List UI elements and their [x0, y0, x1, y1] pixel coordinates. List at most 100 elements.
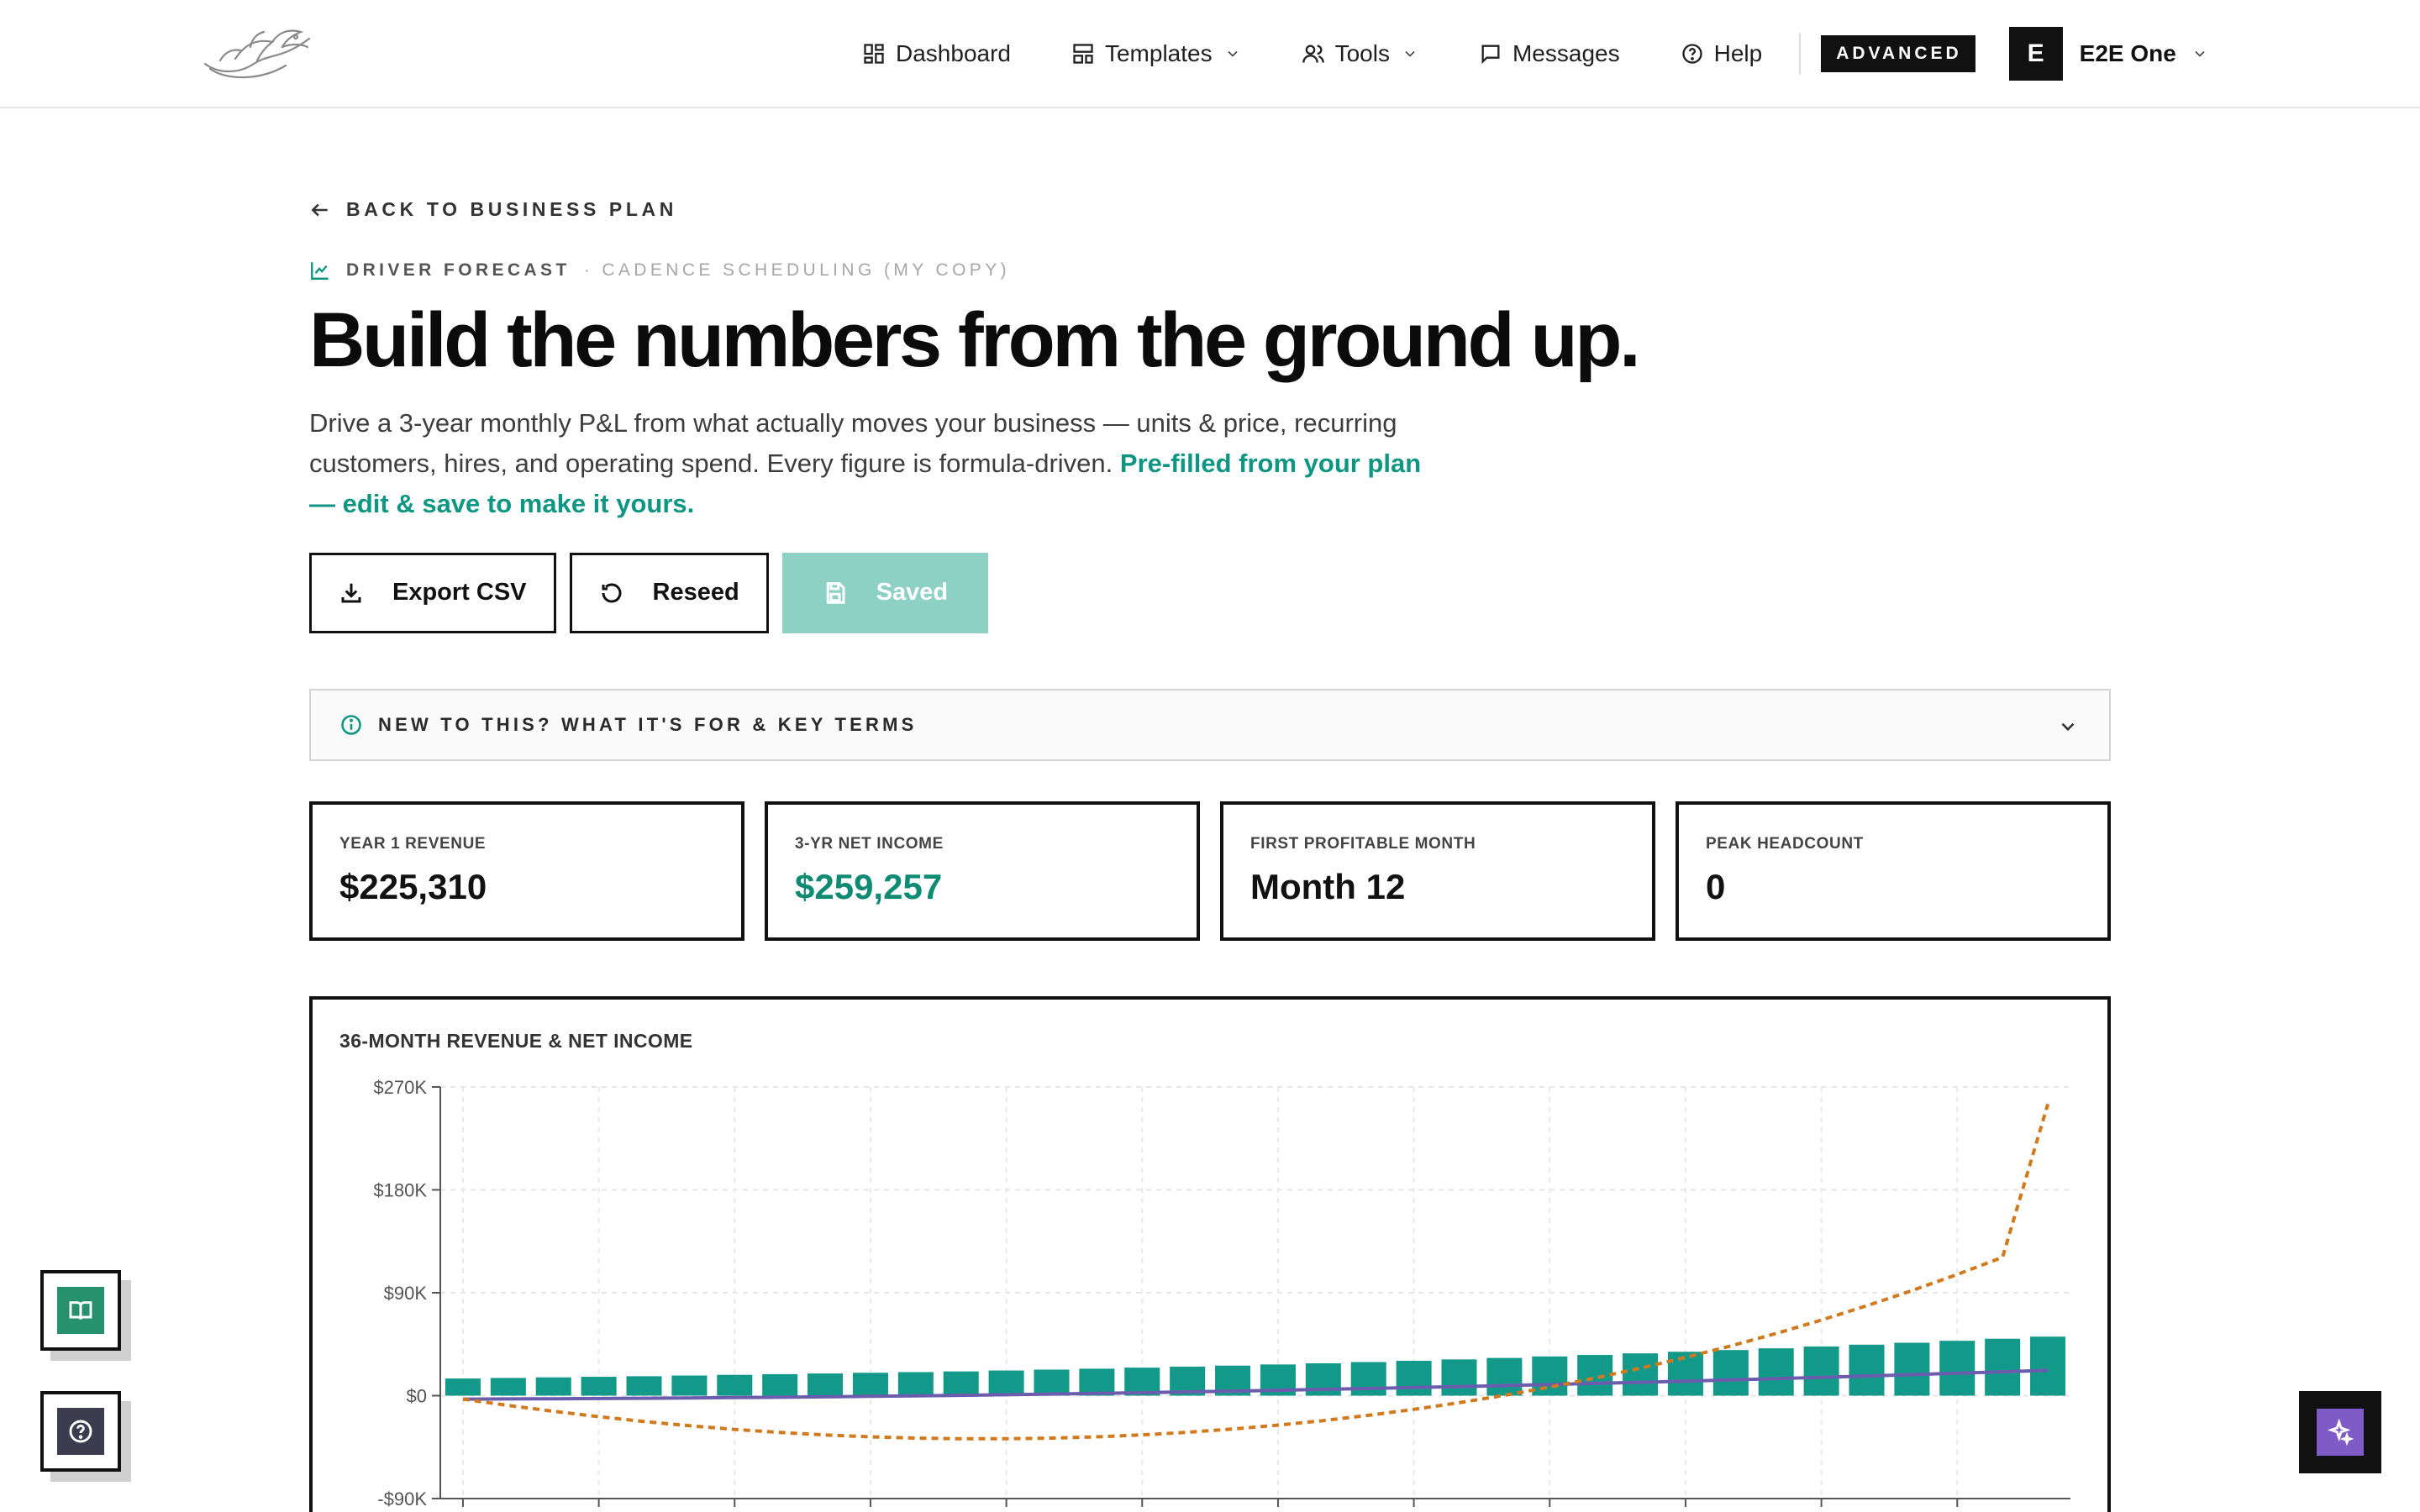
revenue-bar [943, 1371, 979, 1396]
export-csv-label: Export CSV [392, 579, 527, 606]
book-open-icon [69, 1301, 92, 1320]
page-title: Build the numbers from the ground up. [309, 297, 1641, 383]
guide-tile [57, 1287, 104, 1334]
templates-icon [1073, 44, 1093, 64]
revenue-bar [1758, 1347, 1794, 1396]
kpi-label: Peak Headcount [1706, 834, 1864, 853]
revenue-bar [1985, 1338, 2021, 1396]
revenue-bar [1532, 1356, 1568, 1396]
revenue-bar [808, 1373, 844, 1396]
avatar: E [2008, 27, 2063, 81]
chevron-down-icon [2061, 722, 2075, 731]
kpi-label: Year 1 Revenue [339, 834, 487, 853]
guide-floating-button[interactable] [40, 1270, 121, 1351]
help-circle-icon [69, 1420, 92, 1443]
advanced-mode-badge[interactable]: ADVANCED [1821, 35, 1975, 72]
revenue-bar [1034, 1369, 1070, 1396]
download-icon [341, 583, 361, 603]
kpi-3yr-net-income: 3-yr Net Income $259,257 [765, 801, 1200, 941]
save-icon [826, 581, 845, 604]
revenue-bar [581, 1376, 617, 1396]
reseed-label: Reseed [652, 579, 739, 606]
revenue-bar [1712, 1349, 1749, 1396]
saved-button[interactable]: Saved [781, 552, 989, 633]
help-floating-button[interactable] [40, 1391, 121, 1472]
key-terms-label: NEW TO THIS? WHAT IT'S FOR & KEY TERMS [378, 713, 918, 735]
nav-menu: Dashboard Templates Tools Messages Help … [862, 0, 2208, 108]
revenue-bar [671, 1375, 708, 1396]
kpi-year1-revenue: Year 1 Revenue $225,310 [309, 801, 744, 941]
reseed-button[interactable]: Reseed [569, 552, 769, 633]
messages-icon [1481, 45, 1500, 65]
revenue-bar [852, 1372, 888, 1396]
y-tick-label: $0 [407, 1385, 427, 1406]
revenue-bar [1894, 1342, 1930, 1396]
revenue-bar [897, 1372, 934, 1396]
revenue-bar [1623, 1352, 1659, 1396]
kpi-first-profitable-month: First Profitable Month Month 12 [1220, 801, 1655, 941]
y-tick-label: $180K [373, 1179, 427, 1200]
refresh-icon [602, 583, 622, 603]
y-tick-label: $90K [384, 1283, 428, 1304]
chevron-down-icon [1405, 50, 1415, 57]
nav-dashboard[interactable]: Dashboard [862, 40, 1011, 67]
nav-help-label: Help [1713, 40, 1763, 66]
revenue-bar [445, 1378, 481, 1396]
revenue-bar [490, 1377, 526, 1396]
page-description: Drive a 3-year monthly P&L from what act… [309, 403, 1452, 524]
y-tick-label: -$90K [377, 1488, 427, 1509]
nav-templates[interactable]: Templates [1071, 40, 1241, 67]
top-nav: Dashboard Templates Tools Messages Help … [0, 0, 2420, 108]
nav-divider [1799, 33, 1802, 75]
nav-messages-label: Messages [1512, 40, 1620, 66]
revenue-bar [1939, 1340, 1975, 1396]
nav-messages[interactable]: Messages [1479, 40, 1620, 67]
tools-icon [1302, 45, 1324, 63]
ai-assistant-button[interactable] [2299, 1391, 2381, 1473]
main-content: BACK TO BUSINESS PLAN DRIVER FORECAST · … [309, 198, 2111, 1512]
kpi-peak-headcount: Peak Headcount 0 [1676, 801, 2111, 941]
revenue-bar [1667, 1351, 1703, 1396]
revenue-bar [1803, 1346, 1839, 1396]
brand-logo-icon[interactable] [202, 22, 313, 84]
revenue-bar [535, 1377, 571, 1396]
revenue-bar [1486, 1357, 1523, 1396]
back-link-label: BACK TO BUSINESS PLAN [346, 198, 677, 220]
revenue-bar [2030, 1336, 2066, 1396]
key-terms-accordion[interactable]: NEW TO THIS? WHAT IT'S FOR & KEY TERMS [309, 688, 2111, 761]
back-to-business-plan-link[interactable]: BACK TO BUSINESS PLAN [309, 198, 2111, 221]
eyebrow-plan-name: · CADENCE SCHEDULING (MY COPY) [583, 260, 1011, 280]
nav-tools[interactable]: Tools [1302, 40, 1418, 67]
action-bar: Export CSV Reseed Saved [309, 552, 2111, 633]
dashboard-icon [864, 44, 884, 64]
saved-label: Saved [876, 579, 949, 606]
kpi-value: Month 12 [1250, 866, 1406, 906]
chart-canvas: $270K$180K$90K$0-$90KM1M4M7M10M13M16M19M… [373, 1077, 2070, 1512]
nav-templates-label: Templates [1104, 40, 1213, 66]
nav-help[interactable]: Help [1681, 40, 1763, 67]
help-icon [1681, 44, 1702, 64]
kpi-label: 3-yr Net Income [795, 834, 944, 853]
revenue-bar [1396, 1360, 1432, 1396]
revenue-bar [626, 1375, 662, 1396]
revenue-bar [717, 1374, 753, 1396]
revenue-bar [988, 1370, 1024, 1396]
nav-tools-label: Tools [1334, 40, 1390, 66]
eyebrow-label: DRIVER FORECAST [346, 260, 571, 280]
user-menu[interactable]: E E2E One [2008, 27, 2208, 81]
revenue-net-income-chart: 36-MONTH REVENUE & NET INCOME $270K $180K… [309, 995, 2111, 1512]
nav-dashboard-label: Dashboard [896, 40, 1011, 66]
kpi-label: First Profitable Month [1250, 834, 1476, 853]
export-csv-button[interactable]: Export CSV [309, 552, 556, 633]
y-tick-label: $270K [373, 1077, 427, 1098]
kpi-row: Year 1 Revenue $225,310 3-yr Net Income … [309, 801, 2111, 941]
page-eyebrow: DRIVER FORECAST · CADENCE SCHEDULING (MY… [309, 260, 2111, 281]
revenue-bar [1849, 1344, 1885, 1396]
user-name: E2E One [2079, 40, 2176, 66]
revenue-bar [1350, 1362, 1386, 1396]
revenue-bar [1441, 1358, 1477, 1396]
revenue-bar [762, 1373, 798, 1396]
help-tile [57, 1408, 104, 1455]
revenue-bar [1577, 1354, 1613, 1396]
chevron-down-icon [1228, 50, 1238, 57]
